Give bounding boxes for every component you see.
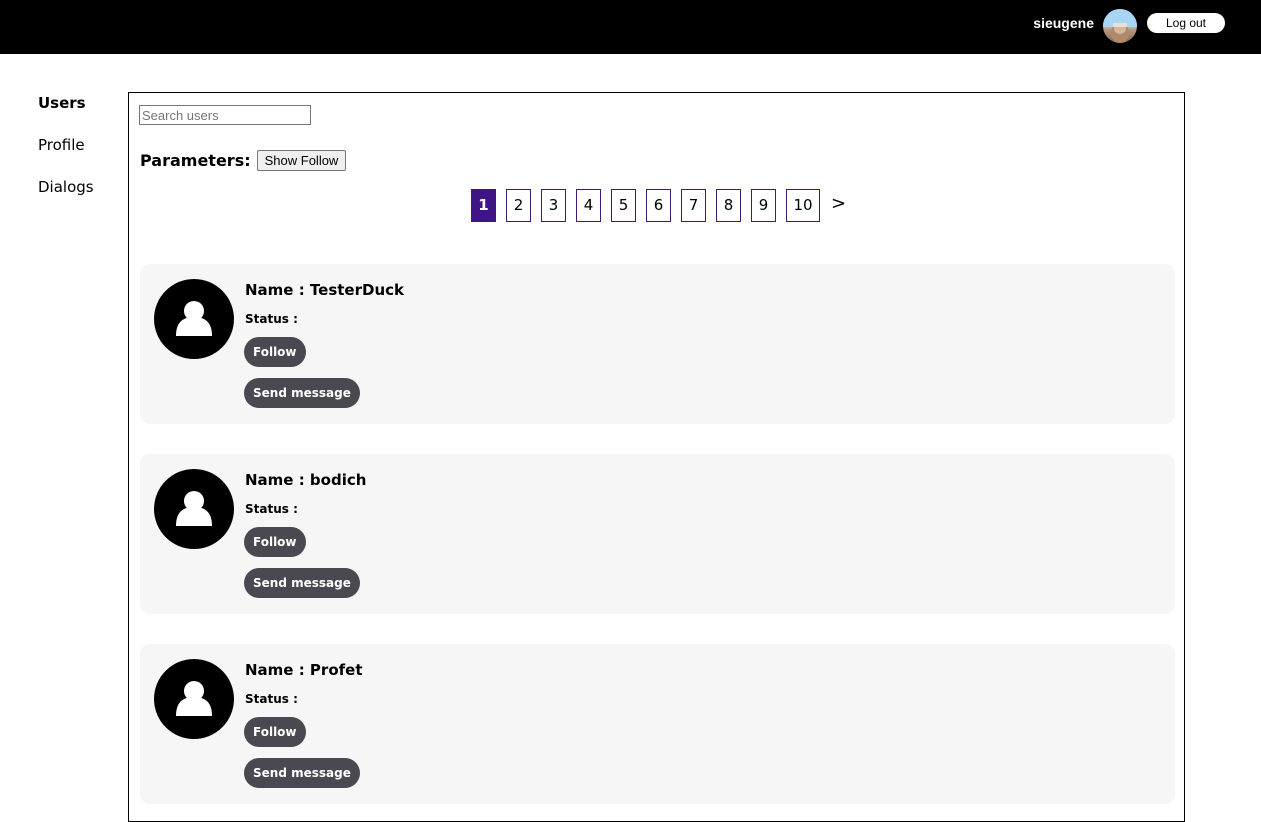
user-name: Name : Profet: [245, 661, 363, 679]
user-photo-icon[interactable]: [1103, 9, 1137, 43]
user-card: Name : TesterDuck Status : Follow Send m…: [140, 264, 1175, 424]
follow-button[interactable]: Follow: [244, 717, 306, 747]
send-message-button[interactable]: Send message: [244, 568, 360, 598]
send-message-button[interactable]: Send message: [244, 758, 360, 788]
page-1-button[interactable]: 1: [471, 189, 496, 222]
header-username: sieugene: [1033, 15, 1094, 31]
search-input[interactable]: [139, 105, 311, 125]
user-status: Status :: [245, 502, 298, 516]
sidebar-item-profile[interactable]: Profile: [38, 134, 118, 156]
show-follow-button[interactable]: Show Follow: [256, 149, 347, 171]
default-user-icon[interactable]: [154, 279, 234, 359]
page-2-button[interactable]: 2: [506, 189, 531, 222]
user-name: Name : bodich: [245, 471, 367, 489]
user-status: Status :: [245, 312, 298, 326]
send-message-button[interactable]: Send message: [244, 378, 360, 408]
sidebar-item-users[interactable]: Users: [38, 92, 118, 114]
user-card: Name : Profet Status : Follow Send messa…: [140, 644, 1175, 804]
follow-button[interactable]: Follow: [244, 337, 306, 367]
parameters-row: Parameters: Show Follow: [140, 149, 347, 171]
top-header: sieugene Log out: [0, 0, 1261, 54]
sidebar-nav: Users Profile Dialogs: [38, 92, 118, 218]
follow-button[interactable]: Follow: [244, 527, 306, 557]
next-page-button[interactable]: >: [831, 189, 846, 219]
user-name: Name : TesterDuck: [245, 281, 405, 299]
page-7-button[interactable]: 7: [681, 189, 706, 222]
page-8-button[interactable]: 8: [716, 189, 741, 222]
parameters-label: Parameters:: [140, 150, 251, 170]
user-card: Name : bodich Status : Follow Send messa…: [140, 454, 1175, 614]
page-10-button[interactable]: 10: [786, 189, 820, 222]
sidebar-item-dialogs[interactable]: Dialogs: [38, 176, 118, 198]
page-5-button[interactable]: 5: [611, 189, 636, 222]
user-status: Status :: [245, 692, 298, 706]
default-user-icon[interactable]: [154, 659, 234, 739]
page-6-button[interactable]: 6: [646, 189, 671, 222]
logout-button[interactable]: Log out: [1147, 13, 1225, 33]
default-user-icon[interactable]: [154, 469, 234, 549]
page-4-button[interactable]: 4: [576, 189, 601, 222]
page-3-button[interactable]: 3: [541, 189, 566, 222]
users-panel: Parameters: Show Follow 1 2 3 4 5 6 7 8 …: [128, 92, 1185, 822]
page-9-button[interactable]: 9: [751, 189, 776, 222]
